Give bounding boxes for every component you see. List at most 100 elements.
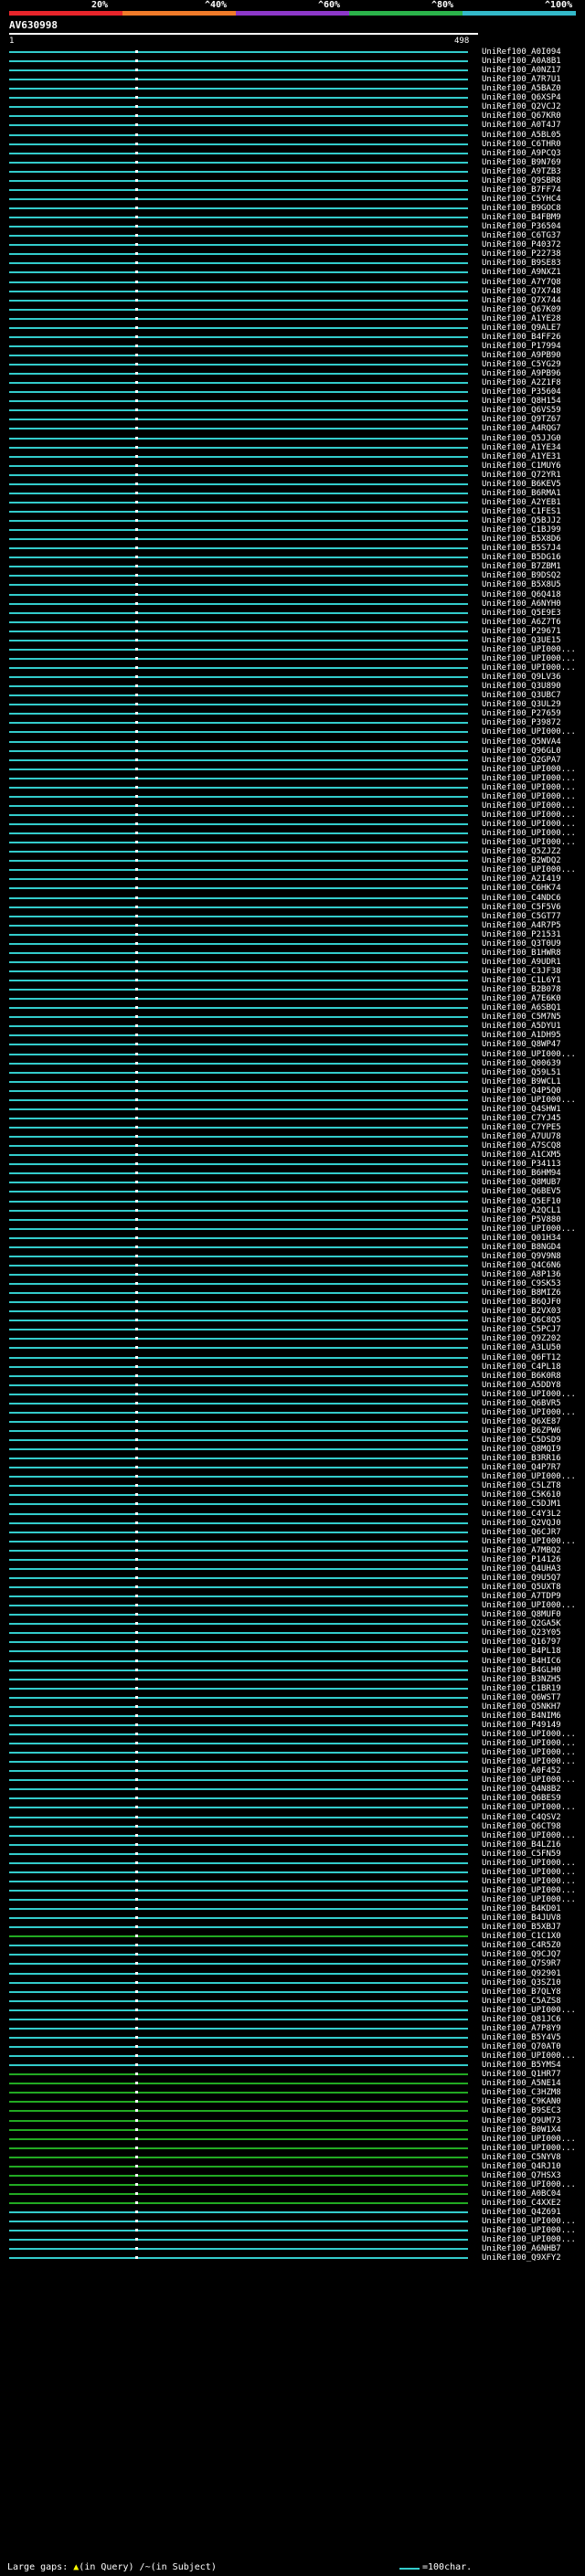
alignment-bar: [9, 887, 468, 890]
alignment-marker: [135, 1916, 139, 1920]
alignment-marker: [135, 721, 139, 725]
alignment-bar: [9, 1723, 468, 1726]
alignment-bar: [9, 915, 468, 917]
alignment-bar: [9, 1935, 468, 1938]
alignment-marker: [135, 1226, 139, 1230]
alignment-marker: [135, 234, 139, 238]
scale-label: ^60%: [318, 0, 341, 10]
alignment-bar: [9, 354, 468, 356]
alignment-bar: [9, 2101, 468, 2104]
hit-label[interactable]: UniRef100_Q9XFY2: [482, 2253, 561, 2263]
alignment-marker: [135, 1097, 139, 1101]
alignment-bar: [9, 262, 468, 265]
alignment-marker: [135, 767, 139, 770]
alignment-bar: [9, 924, 468, 927]
alignment-bar: [9, 170, 468, 173]
alignment-marker: [135, 472, 139, 476]
alignment-marker: [135, 2045, 139, 2049]
alignment-marker: [135, 2091, 139, 2094]
alignment-bar: [9, 2119, 468, 2122]
alignment-bar: [9, 1200, 468, 1203]
alignment-marker: [135, 363, 139, 366]
alignment-bar: [9, 492, 468, 494]
alignment-bar: [9, 1016, 468, 1019]
alignment-bar: [9, 271, 468, 274]
alignment-bar: [9, 731, 468, 734]
alignment-marker: [135, 1401, 139, 1405]
alignment-bar: [9, 2036, 468, 2039]
alignment-bar: [9, 942, 468, 945]
alignment-marker: [135, 1034, 139, 1037]
alignment-bar: [9, 1861, 468, 1864]
alignment-bar: [9, 1797, 468, 1800]
alignment-bar: [9, 1871, 468, 1873]
alignment-marker: [135, 289, 139, 292]
alignment-bar: [9, 1714, 468, 1717]
alignment-marker: [135, 325, 139, 329]
alignment-marker: [135, 69, 139, 72]
alignment-bar: [9, 1595, 468, 1598]
alignment-marker: [135, 546, 139, 550]
alignment-marker: [135, 96, 139, 100]
alignment-bar: [9, 1926, 468, 1929]
alignment-marker: [135, 1079, 139, 1083]
alignment-bar: [9, 1227, 468, 1230]
alignment-bar: [9, 419, 468, 421]
hit-row[interactable]: UniRef100_Q9XFY2: [0, 2253, 585, 2263]
alignment-marker: [135, 1557, 139, 1561]
alignment-bar: [9, 667, 468, 670]
alignment-marker: [135, 463, 139, 467]
alignment-marker: [135, 1135, 139, 1139]
alignment-marker: [135, 941, 139, 945]
alignment-bar: [9, 1098, 468, 1101]
alignment-marker: [135, 418, 139, 421]
alignment-bar: [9, 602, 468, 605]
alignment-marker: [135, 1695, 139, 1699]
alignment-bar: [9, 1678, 468, 1680]
alignment-marker: [135, 519, 139, 523]
query-gap-label: (in Query): [79, 2562, 134, 2572]
alignment-marker: [135, 2118, 139, 2122]
alignment-bar: [9, 1411, 468, 1414]
alignment-bar: [9, 648, 468, 651]
alignment-marker: [135, 1162, 139, 1166]
alignment-bar: [9, 1908, 468, 1911]
alignment-bar: [9, 501, 468, 504]
alignment-bar: [9, 2046, 468, 2049]
alignment-bar: [9, 2147, 468, 2149]
alignment-bar: [9, 1576, 468, 1579]
alignment-marker: [135, 1751, 139, 1754]
alignment-marker: [135, 353, 139, 356]
alignment-bar: [9, 1071, 468, 1074]
alignment-bar: [9, 60, 468, 63]
alignment-bar: [9, 345, 468, 347]
alignment-marker: [135, 2082, 139, 2085]
alignment-marker: [135, 739, 139, 743]
alignment-bar: [9, 1402, 468, 1405]
alignment-bar: [9, 1310, 468, 1313]
alignment-marker: [135, 1539, 139, 1542]
alignment-bar: [9, 382, 468, 385]
alignment-marker: [135, 178, 139, 182]
alignment-bar: [9, 722, 468, 725]
alignment-bar: [9, 326, 468, 329]
query-id: AV630998: [9, 19, 58, 31]
alignment-marker: [135, 334, 139, 338]
alignment-bar: [9, 980, 468, 982]
alignment-bar: [9, 2083, 468, 2085]
alignment-marker: [135, 114, 139, 118]
alignment-marker: [135, 647, 139, 651]
alignment-bar: [9, 79, 468, 81]
alignment-marker: [135, 1291, 139, 1295]
alignment-marker: [135, 794, 139, 798]
alignment-bar: [9, 2027, 468, 2030]
alignment-bar: [9, 1236, 468, 1239]
alignment-marker: [135, 1419, 139, 1423]
alignment-bar: [9, 1467, 468, 1469]
alignment-bar: [9, 152, 468, 154]
alignment-marker: [135, 2072, 139, 2076]
alignment-bar: [9, 482, 468, 485]
alignment-marker: [135, 932, 139, 936]
alignment-marker: [135, 886, 139, 890]
alignment-bar: [9, 1025, 468, 1028]
